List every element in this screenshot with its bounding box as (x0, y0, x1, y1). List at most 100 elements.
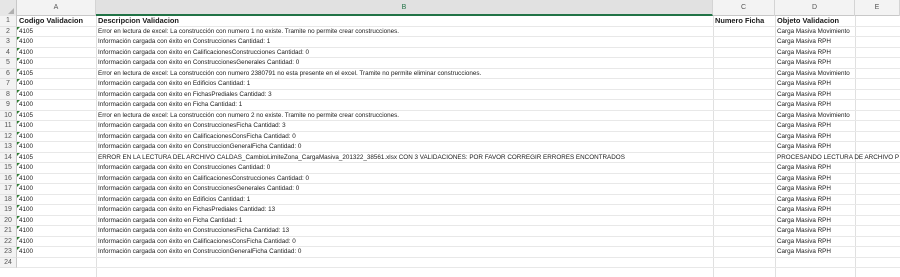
cell-codigo[interactable]: 4100 (17, 48, 96, 59)
cell-codigo[interactable]: 4105 (17, 27, 96, 38)
cell-numero-ficha[interactable] (713, 27, 775, 38)
row-header[interactable]: 16 (0, 173, 17, 184)
cell-numero-ficha[interactable] (713, 79, 775, 90)
cell-numero-ficha[interactable] (713, 69, 775, 80)
cell-descripcion[interactable]: Información cargada con éxito en Calific… (96, 237, 713, 248)
row-header[interactable]: 21 (0, 226, 17, 237)
cell-numero-ficha[interactable] (713, 142, 775, 153)
cell-descripcion[interactable]: Información cargada con éxito en Ficha C… (96, 100, 713, 111)
cell-numero-ficha[interactable] (713, 195, 775, 206)
cell-objeto[interactable]: PROCESANDO LECTURA DE ARCHIVO P (775, 153, 900, 164)
header-cell-objeto[interactable]: Objeto Validacion (775, 16, 855, 27)
cell-objeto[interactable]: Carga Masiva RPH (775, 79, 900, 90)
cell-numero-ficha[interactable] (713, 163, 775, 174)
cell-objeto[interactable]: Carga Masiva RPH (775, 195, 900, 206)
cell-objeto[interactable]: Carga Masiva RPH (775, 163, 900, 174)
cell-objeto[interactable]: Carga Masiva Movimiento (775, 111, 900, 122)
cell-numero-ficha[interactable] (713, 132, 775, 143)
cell-codigo[interactable]: 4100 (17, 79, 96, 90)
cell-objeto[interactable]: Carga Masiva RPH (775, 37, 900, 48)
row-header[interactable]: 4 (0, 47, 17, 58)
row-header[interactable]: 20 (0, 215, 17, 226)
row-header[interactable]: 18 (0, 194, 17, 205)
row-header[interactable]: 22 (0, 236, 17, 247)
cell-codigo[interactable]: 4100 (17, 237, 96, 248)
cell-numero-ficha[interactable] (713, 37, 775, 48)
column-header-d[interactable]: D (775, 0, 855, 16)
column-header-c[interactable]: C (713, 0, 775, 16)
cell-numero-ficha[interactable] (713, 247, 775, 258)
cell-objeto[interactable]: Carga Masiva Movimiento (775, 69, 900, 80)
row-header[interactable]: 14 (0, 152, 17, 163)
cell-objeto[interactable]: Carga Masiva RPH (775, 100, 900, 111)
cell-numero-ficha[interactable] (713, 153, 775, 164)
cell-codigo[interactable]: 4100 (17, 163, 96, 174)
cell-descripcion[interactable]: Información cargada con éxito en Ficha C… (96, 216, 713, 227)
cell-descripcion[interactable]: Información cargada con éxito en Constru… (96, 37, 713, 48)
row-header[interactable]: 19 (0, 205, 17, 216)
row-header[interactable]: 6 (0, 68, 17, 79)
row-header[interactable]: 7 (0, 79, 17, 90)
cell-numero-ficha[interactable] (713, 111, 775, 122)
cell-codigo[interactable]: 4100 (17, 132, 96, 143)
row-header[interactable]: 5 (0, 58, 17, 69)
cell-descripcion[interactable]: Información cargada con éxito en Constru… (96, 247, 713, 258)
cell-codigo[interactable]: 4100 (17, 100, 96, 111)
cell-codigo[interactable]: 4100 (17, 184, 96, 195)
header-cell-descripcion[interactable]: Descripcion Validacion (96, 16, 713, 27)
cell-descripcion[interactable]: Información cargada con éxito en FichasP… (96, 205, 713, 216)
cell-numero-ficha[interactable] (713, 205, 775, 216)
cell-codigo[interactable]: 4100 (17, 90, 96, 101)
cell-descripcion[interactable]: Información cargada con éxito en Constru… (96, 58, 713, 69)
cell-codigo[interactable]: 4100 (17, 121, 96, 132)
cell-codigo[interactable]: 4105 (17, 111, 96, 122)
row-header[interactable]: 10 (0, 110, 17, 121)
cell-codigo[interactable]: 4105 (17, 153, 96, 164)
row-header[interactable]: 13 (0, 142, 17, 153)
row-header[interactable]: 17 (0, 184, 17, 195)
cell-descripcion[interactable]: Información cargada con éxito en Constru… (96, 226, 713, 237)
column-header-b[interactable]: B (96, 0, 713, 16)
cell-descripcion[interactable]: Información cargada con éxito en Calific… (96, 132, 713, 143)
row-header[interactable]: 24 (0, 257, 17, 268)
cell-numero-ficha[interactable] (713, 90, 775, 101)
select-all-button[interactable] (0, 0, 17, 16)
cell-numero-ficha[interactable] (713, 184, 775, 195)
cell-numero-ficha[interactable] (713, 174, 775, 185)
cell-codigo[interactable]: 4100 (17, 174, 96, 185)
header-cell-codigo[interactable]: Codigo Validacion (17, 16, 96, 27)
cell-descripcion[interactable]: Información cargada con éxito en Constru… (96, 142, 713, 153)
cell-objeto[interactable]: Carga Masiva RPH (775, 205, 900, 216)
cell-objeto[interactable]: Carga Masiva RPH (775, 48, 900, 59)
cell-codigo[interactable]: 4100 (17, 37, 96, 48)
cell-objeto[interactable]: Carga Masiva RPH (775, 226, 900, 237)
cell-descripcion[interactable]: Información cargada con éxito en Constru… (96, 163, 713, 174)
cell-descripcion[interactable]: ERROR EN LA LECTURA DEL ARCHIVO CALDAS_C… (96, 153, 713, 164)
cell-objeto[interactable]: Carga Masiva Movimiento (775, 27, 900, 38)
cell-descripcion[interactable]: Información cargada con éxito en FichasP… (96, 90, 713, 101)
row-header[interactable]: 3 (0, 37, 17, 48)
row-header[interactable]: 1 (0, 16, 17, 27)
row-header[interactable]: 15 (0, 163, 17, 174)
cell-descripcion[interactable]: Información cargada con éxito en Edifici… (96, 79, 713, 90)
column-header-a[interactable]: A (17, 0, 96, 16)
cell-objeto[interactable]: Carga Masiva RPH (775, 121, 900, 132)
row-header[interactable]: 12 (0, 131, 17, 142)
cell-codigo[interactable]: 4100 (17, 142, 96, 153)
cell-codigo[interactable]: 4100 (17, 205, 96, 216)
cell-codigo[interactable]: 4100 (17, 226, 96, 237)
cell-numero-ficha[interactable] (713, 58, 775, 69)
header-cell-numero-ficha[interactable]: Numero Ficha (713, 16, 775, 27)
cell-codigo[interactable]: 4105 (17, 69, 96, 80)
cell-numero-ficha[interactable] (713, 226, 775, 237)
cell-numero-ficha[interactable] (713, 48, 775, 59)
cell-descripcion[interactable]: Información cargada con éxito en Calific… (96, 174, 713, 185)
row-header[interactable]: 8 (0, 89, 17, 100)
row-header[interactable]: 9 (0, 100, 17, 111)
cell-objeto[interactable]: Carga Masiva RPH (775, 90, 900, 101)
cell-numero-ficha[interactable] (713, 237, 775, 248)
cell-codigo[interactable]: 4100 (17, 247, 96, 258)
empty-cell[interactable] (17, 258, 96, 269)
cell-numero-ficha[interactable] (713, 100, 775, 111)
cell-descripcion[interactable]: Información cargada con éxito en Constru… (96, 184, 713, 195)
